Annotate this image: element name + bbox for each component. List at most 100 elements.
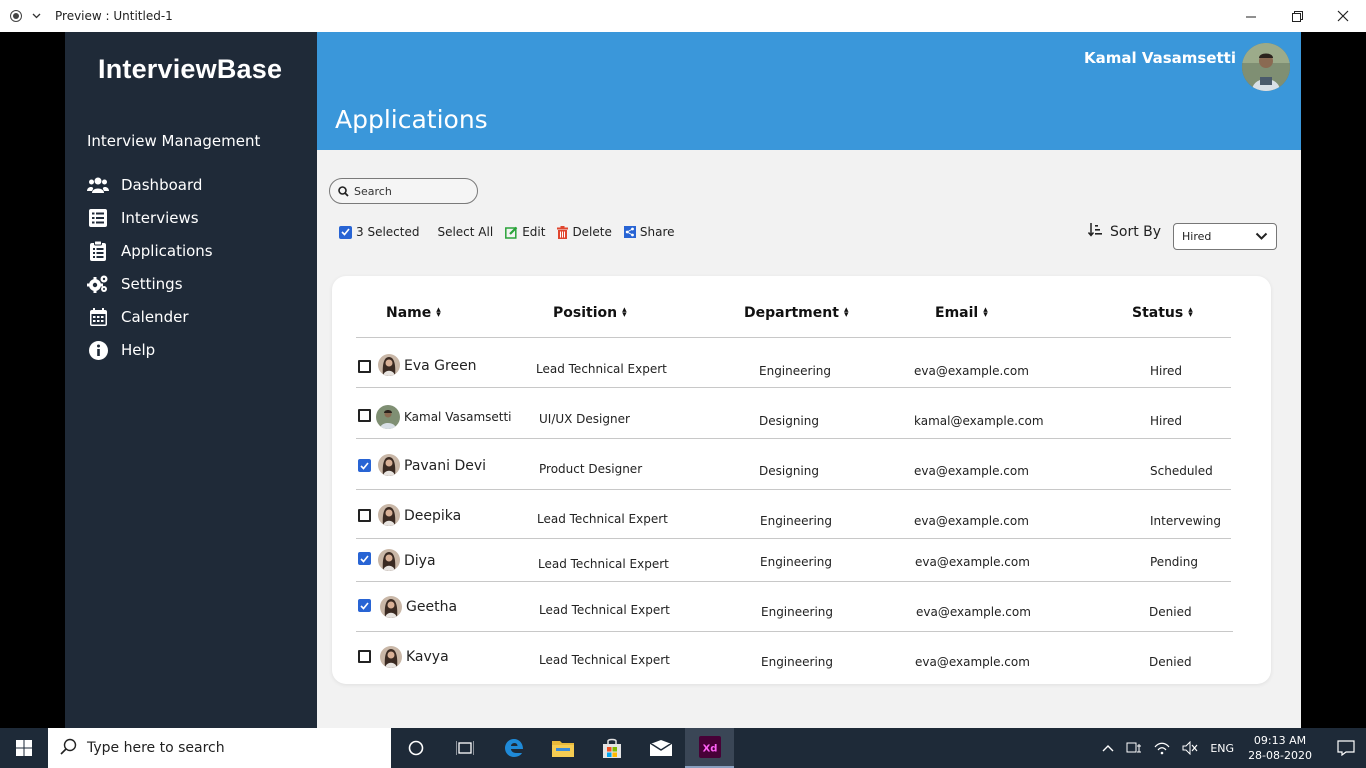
table-row[interactable]: Eva Green Lead Technical Expert Engineer… [332,342,1271,392]
search-icon [60,738,77,759]
applicant-email: eva@example.com [914,514,1029,528]
table-row[interactable]: Kamal Vasamsetti UI/UX Designer Designin… [332,392,1271,442]
column-header-department[interactable]: Department ▴ ▾ [744,305,848,321]
restore-button[interactable] [1274,0,1320,32]
sort-selected-value: Hired [1182,230,1212,243]
applicant-position: Lead Technical Expert [536,362,667,376]
applicant-department: Engineering [760,555,832,569]
chevron-down-icon[interactable] [32,12,41,21]
task-view-icon[interactable] [440,728,489,768]
chevron-down-icon [1255,231,1268,244]
row-checkbox[interactable] [358,552,371,565]
sort-select[interactable]: Hired [1173,223,1277,250]
table-row[interactable]: Pavani Devi Product Designer Designing e… [332,442,1271,492]
column-header-name[interactable]: Name ▴ ▾ [386,305,441,321]
applicant-name: Deepika [404,508,462,524]
input-method-icon[interactable] [1126,741,1142,755]
row-checkbox[interactable] [358,599,371,612]
table-row[interactable]: Kavya Lead Technical Expert Engineering … [332,634,1271,684]
sidebar-item-interviews[interactable]: Interviews [87,203,307,233]
applications-table: Name ▴ ▾ Position ▴ ▾ Department ▴ ▾ Email … [332,276,1271,684]
edit-label: Edit [522,225,546,239]
applicant-email: eva@example.com [916,605,1031,619]
sort-arrows-icon: ▴ ▾ [983,305,988,320]
column-header-status[interactable]: Status ▴ ▾ [1132,305,1193,321]
share-label: Share [639,225,675,239]
sort-arrows-icon: ▴ ▾ [436,305,441,320]
user-avatar[interactable] [1242,43,1290,91]
applicant-name: Kamal Vasamsetti [404,410,512,424]
select-all-button[interactable]: Select All [437,225,493,239]
file-explorer-icon[interactable] [538,728,587,768]
selected-count-label: 3 Selected [356,225,420,239]
list-icon [87,207,109,229]
notifications-icon[interactable] [1326,740,1366,756]
chevron-up-icon[interactable] [1102,744,1114,752]
divider [356,631,1233,632]
row-checkbox[interactable] [358,409,371,422]
search-icon [338,182,349,201]
windows-logo-icon [16,740,32,756]
minimize-button[interactable] [1228,0,1274,32]
svg-text:Xd: Xd [702,744,717,755]
search-box[interactable] [329,178,478,204]
row-checkbox[interactable] [358,360,371,373]
divider [356,581,1231,582]
adobe-xd-icon[interactable]: Xd [685,728,734,768]
sidebar-item-dashboard[interactable]: Dashboard [87,170,307,200]
language-indicator[interactable]: ENG [1210,742,1234,755]
brand-logo[interactable]: InterviewBase [98,54,282,85]
row-checkbox[interactable] [358,650,371,663]
applicant-status: Hired [1150,414,1183,428]
edit-button[interactable]: Edit [505,225,545,239]
taskbar-search-placeholder: Type here to search [87,740,225,756]
row-checkbox[interactable] [358,509,371,522]
share-button[interactable]: Share [623,225,675,239]
column-header-position[interactable]: Position ▴ ▾ [553,305,627,321]
user-name[interactable]: Kamal Vasamsetti [1084,49,1236,67]
delete-button[interactable]: Delete [557,225,612,239]
clock-date: 28-08-2020 [1248,749,1312,762]
calendar-icon [87,306,109,328]
sidebar-item-calender[interactable]: Calender [87,302,307,332]
mail-icon[interactable] [636,728,685,768]
sort-control: Sort By [1087,223,1161,241]
search-input[interactable] [354,184,464,198]
applicant-name: Kavya [406,649,449,665]
table-row[interactable]: Geetha Lead Technical Expert Engineering… [332,584,1271,634]
close-button[interactable] [1320,0,1366,32]
sidebar-item-settings[interactable]: Settings [87,269,307,299]
divider [356,438,1231,439]
applicant-position: UI/UX Designer [539,412,630,426]
applicant-department: Engineering [760,514,832,528]
sidebar-item-help[interactable]: Help [87,335,307,365]
cortana-icon[interactable] [391,728,440,768]
sort-amount-icon [1087,223,1102,241]
app-window: InterviewBase Interview Management Dashb… [65,32,1301,728]
sidebar-item-label: Calender [121,308,189,326]
taskbar-search-box[interactable]: Type here to search [48,728,391,768]
applicant-status: Intervewing [1150,514,1222,528]
sidebar-item-applications[interactable]: Applications [87,236,307,266]
table-row[interactable]: Deepika Lead Technical Expert Engineerin… [332,492,1271,542]
record-icon[interactable] [10,10,22,22]
volume-muted-icon[interactable] [1182,741,1198,755]
store-icon[interactable] [587,728,636,768]
applicant-email: eva@example.com [914,364,1029,378]
selected-count[interactable]: 3 Selected [339,225,419,239]
page-header: Kamal Vasamsetti Applications [317,32,1301,150]
applicant-position: Lead Technical Expert [537,512,668,526]
sidebar-item-label: Settings [121,275,183,293]
applicant-position: Lead Technical Expert [538,557,669,571]
row-checkbox[interactable] [358,459,371,472]
select-all-label: Select All [437,225,494,239]
sort-arrows-icon: ▴ ▾ [1188,305,1193,320]
windows-start-button[interactable] [0,728,48,768]
column-header-email[interactable]: Email ▴ ▾ [935,305,988,321]
taskbar-clock[interactable]: 09:13 AM 28-08-2020 [1248,733,1312,763]
bulk-actions-toolbar: 3 Selected Select All Edit Delete Share [339,225,687,239]
edge-icon[interactable] [489,728,538,768]
applicant-status: Denied [1149,655,1192,669]
wifi-icon[interactable] [1154,741,1170,755]
applicant-department: Designing [759,414,819,428]
